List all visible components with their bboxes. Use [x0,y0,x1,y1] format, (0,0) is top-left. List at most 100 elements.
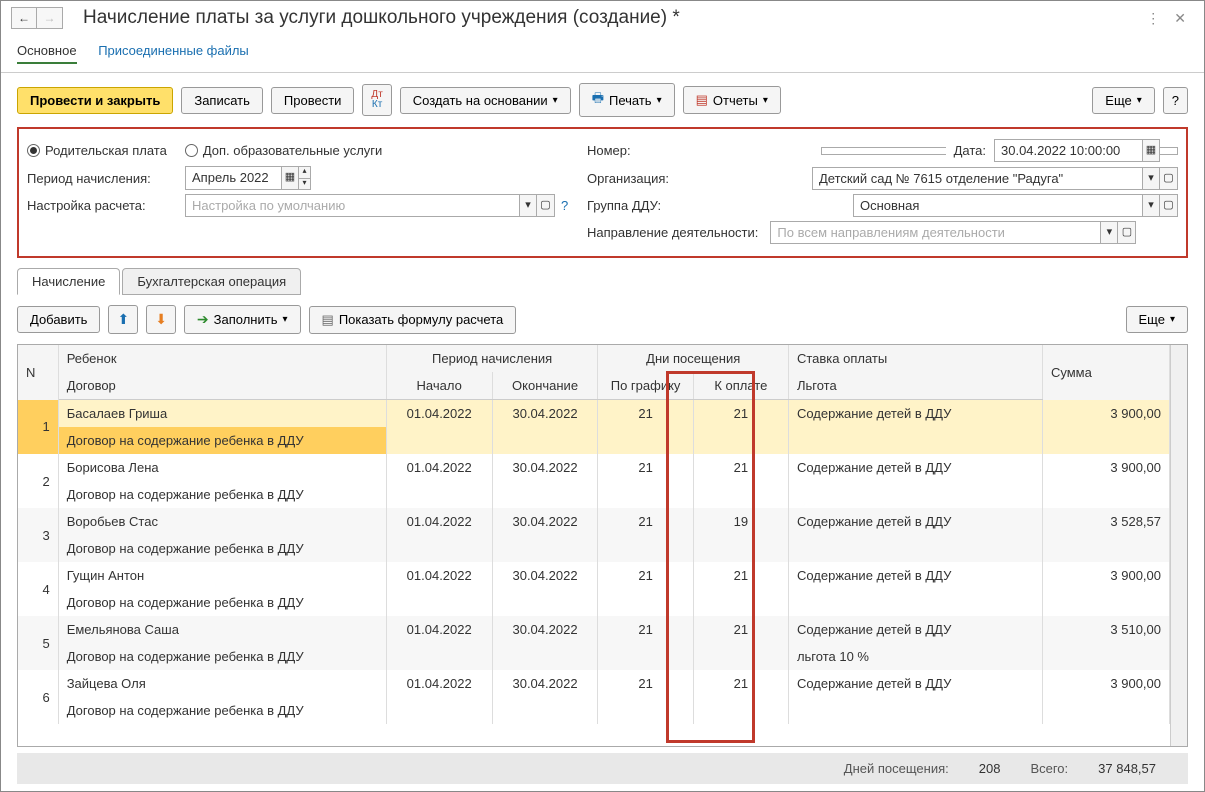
dropdown-icon[interactable]: ▾ [1142,194,1160,217]
cell-contract: Договор на содержание ребенка в ДДУ [58,589,386,616]
printer-icon: 🖶 [592,89,604,111]
type-tab-main[interactable]: Основное [17,39,77,64]
table-row[interactable]: Договор на содержание ребенка в ДДУ [18,697,1170,724]
radio-extra-services[interactable]: Доп. образовательные услуги [185,143,382,158]
cell-benefit [788,427,1042,454]
header-end: Окончание [492,372,598,400]
calendar-icon[interactable]: ▦ [1142,139,1160,162]
print-button[interactable]: 🖶 Печать ▾ [579,83,675,117]
close-icon[interactable]: ✕ [1174,10,1186,27]
radio-parent-fee[interactable]: Родительская плата [27,143,167,158]
fill-button[interactable]: ➔ Заполнить ▾ [184,305,301,334]
table-row[interactable]: 3 Воробьев Стас 01.04.2022 30.04.2022 21… [18,508,1170,535]
cell-benefit [788,535,1042,562]
post-close-button[interactable]: Провести и закрыть [17,87,173,114]
formula-button[interactable]: ▤ Показать формулу расчета [309,306,517,334]
open-icon[interactable]: ▢ [537,194,555,217]
spin-up[interactable]: ▴ [299,167,310,178]
direction-input[interactable]: По всем направлениям деятельности [770,221,1100,244]
cell-rate: Содержание детей в ДДУ [788,454,1042,481]
header-child: Ребенок [58,345,386,372]
post-button[interactable]: Провести [271,87,355,114]
number-label: Номер: [587,143,631,158]
dropdown-icon[interactable]: ▾ [519,194,537,217]
cell-payable: 21 [693,454,788,481]
table-row[interactable]: Договор на содержание ребенка в ДДУ [18,427,1170,454]
dropdown-icon[interactable]: ▾ [1100,221,1118,244]
cell-rate: Содержание детей в ДДУ [788,670,1042,697]
create-based-button[interactable]: Создать на основании ▾ [400,87,571,114]
help-icon[interactable]: ? [561,198,568,213]
cell-payable: 19 [693,508,788,535]
calendar-icon[interactable]: ▦ [281,166,299,190]
move-down-button[interactable]: ⬇ [146,305,176,334]
help-button[interactable]: ? [1163,87,1188,114]
footer-days: 208 [979,761,1001,776]
add-button[interactable]: Добавить [17,306,100,333]
table-row[interactable]: Договор на содержание ребенка в ДДУ [18,535,1170,562]
table-row[interactable]: 2 Борисова Лена 01.04.2022 30.04.2022 21… [18,454,1170,481]
footer-total-label: Всего: [1030,761,1068,776]
cell-end: 30.04.2022 [492,670,598,697]
cell-start: 01.04.2022 [386,616,492,643]
arrow-down-icon: ⬇ [155,311,167,328]
type-tab-attached[interactable]: Присоединенные файлы [98,39,249,62]
date-input[interactable]: 30.04.2022 10:00:00 [994,139,1142,162]
cell-sum: 3 900,00 [1042,454,1169,481]
nav-back[interactable]: ← [11,7,37,29]
nav-forward[interactable]: → [37,7,63,29]
header-start: Начало [386,372,492,400]
cell-n: 5 [18,616,58,670]
cell-start: 01.04.2022 [386,562,492,589]
number-input[interactable] [821,147,946,155]
menu-icon[interactable]: ⋮ [1146,10,1160,27]
cell-sum: 3 900,00 [1042,400,1169,428]
calc-input[interactable]: Настройка по умолчанию [185,194,519,217]
table-row[interactable]: 1 Басалаев Гриша 01.04.2022 30.04.2022 2… [18,400,1170,428]
cell-rate: Содержание детей в ДДУ [788,400,1042,428]
scrollbar[interactable] [1170,345,1187,746]
group-input[interactable]: Основная [853,194,1142,217]
table-row[interactable]: Договор на содержание ребенка в ДДУ льго… [18,643,1170,670]
table-row[interactable]: 6 Зайцева Оля 01.04.2022 30.04.2022 21 2… [18,670,1170,697]
more-button[interactable]: Еще ▾ [1092,87,1154,114]
fields-highlight-box: Родительская плата Доп. образовательные … [17,127,1188,258]
cell-benefit [788,697,1042,724]
tab-bookkeeping[interactable]: Бухгалтерская операция [122,268,301,295]
cell-child: Борисова Лена [58,454,386,481]
header-period: Период начисления [386,345,598,372]
open-icon[interactable]: ▢ [1118,221,1136,244]
cell-start: 01.04.2022 [386,508,492,535]
cell-payable: 21 [693,616,788,643]
open-icon[interactable]: ▢ [1160,167,1178,190]
reports-button[interactable]: ▤ Отчеты ▾ [683,86,781,114]
cell-sum: 3 528,57 [1042,508,1169,535]
period-input[interactable]: Апрель 2022 [185,166,281,190]
footer-total: 37 848,57 [1098,761,1156,776]
open-icon[interactable]: ▢ [1160,194,1178,217]
cell-child: Емельянова Саша [58,616,386,643]
cell-scheduled: 21 [598,400,693,428]
grid-more-button[interactable]: Еще ▾ [1126,306,1188,333]
dropdown-icon[interactable]: ▾ [1142,167,1160,190]
cell-end: 30.04.2022 [492,454,598,481]
date-extra[interactable] [1160,147,1178,155]
table-row[interactable]: 5 Емельянова Саша 01.04.2022 30.04.2022 … [18,616,1170,643]
cell-n: 1 [18,400,58,455]
dtkt-button[interactable]: ДтКт [362,84,391,116]
cell-child: Зайцева Оля [58,670,386,697]
cell-n: 2 [18,454,58,508]
spin-down[interactable]: ▾ [299,178,310,189]
table-row[interactable]: 4 Гущин Антон 01.04.2022 30.04.2022 21 2… [18,562,1170,589]
table-row[interactable]: Договор на содержание ребенка в ДДУ [18,481,1170,508]
save-button[interactable]: Записать [181,87,263,114]
cell-scheduled: 21 [598,616,693,643]
header-contract: Договор [58,372,386,400]
org-input[interactable]: Детский сад № 7615 отделение "Радуга" [812,167,1142,190]
tab-accrual[interactable]: Начисление [17,268,120,295]
table-row[interactable]: Договор на содержание ребенка в ДДУ [18,589,1170,616]
move-up-button[interactable]: ⬆ [108,305,138,334]
cell-end: 30.04.2022 [492,508,598,535]
cell-sum: 3 510,00 [1042,616,1169,643]
arrow-up-icon: ⬆ [117,311,129,328]
